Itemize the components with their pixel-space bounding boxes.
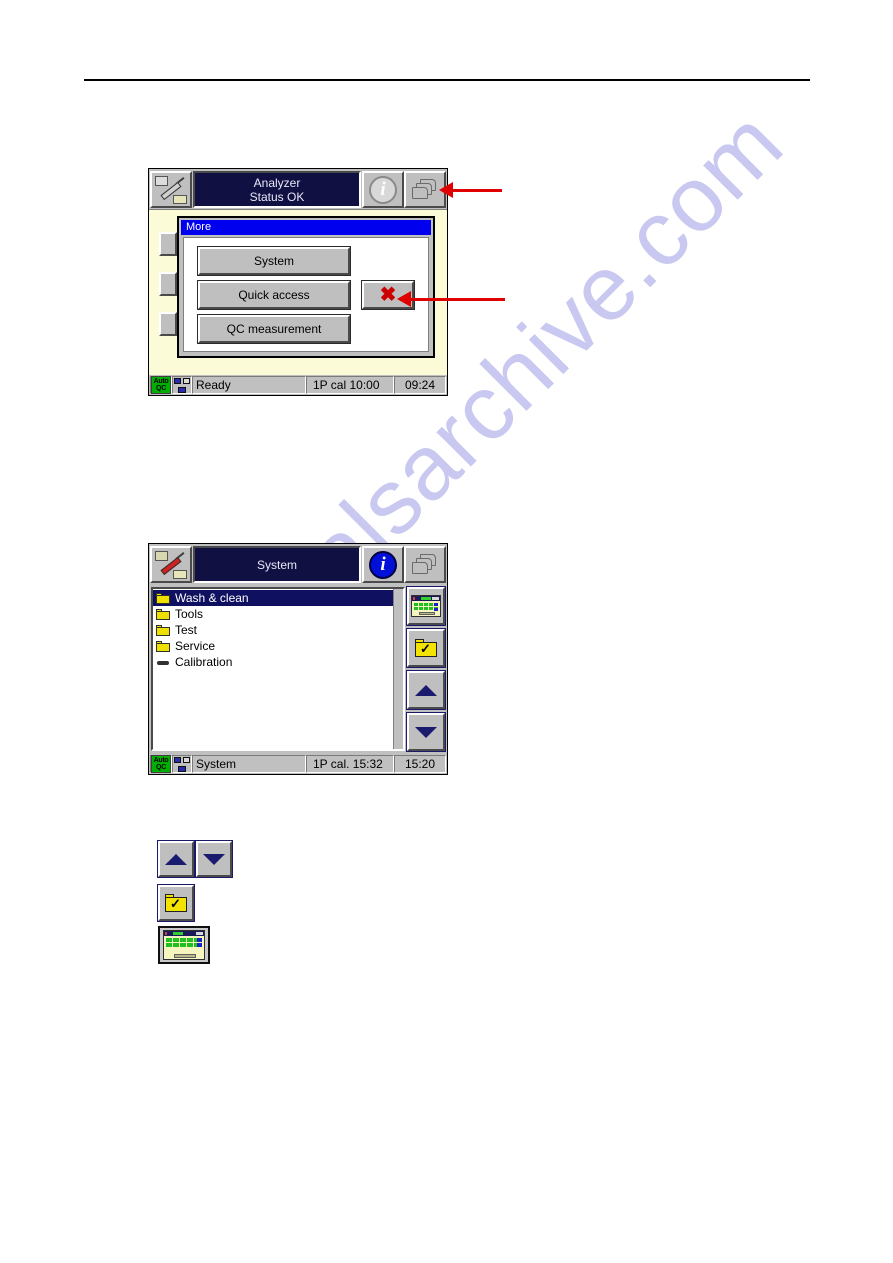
list-item[interactable]: Test (153, 622, 393, 638)
list-item-label: Test (175, 623, 198, 637)
status-clock: 15:20 (394, 755, 446, 773)
folder-check-icon: ✓ (415, 639, 437, 657)
status-state-text: System (192, 755, 306, 773)
triangle-up-icon (165, 853, 187, 865)
analyzer-screen-more: Analyzer Status OK i More System Quick a… (148, 168, 448, 396)
background-button-1[interactable] (159, 232, 177, 256)
arrow-head-icon (439, 182, 453, 198)
menu-list-items: Wash & clean Tools Test Service Calibrat… (153, 589, 393, 749)
triangle-down-icon (415, 726, 437, 738)
legend-keypad-button[interactable] (158, 926, 210, 964)
screen-title: System (193, 546, 361, 583)
status-calibration-text: 1P cal. 15:32 (306, 755, 394, 773)
list-item[interactable]: Wash & clean (153, 590, 393, 606)
auto-qc-icon: Auto QC (151, 755, 171, 773)
screen-body: Wash & clean Tools Test Service Calibrat… (149, 584, 447, 754)
auto-qc-line1: Auto (153, 757, 169, 764)
folder-icon (156, 640, 170, 652)
auto-qc-line2: QC (156, 764, 166, 771)
status-state-text: Ready (192, 376, 306, 394)
dialog-title: More (181, 220, 431, 235)
auto-qc-status: Auto QC (150, 376, 172, 394)
status-clock: 09:24 (394, 376, 446, 394)
triangle-down-icon (203, 853, 225, 865)
print-stack-icon (412, 178, 438, 201)
analyzer-screen-system: System i Wash & clean Tools Test Service… (148, 543, 448, 775)
list-scrollbar[interactable] (393, 589, 403, 749)
sampler-button[interactable] (150, 546, 192, 583)
side-rail: ✓ (406, 586, 446, 752)
network-icon (174, 756, 190, 772)
system-button[interactable]: System (197, 246, 351, 276)
folder-check-icon: ✓ (165, 894, 187, 912)
list-item[interactable]: Service (153, 638, 393, 654)
folder-icon (156, 608, 170, 620)
list-item[interactable]: Tools (153, 606, 393, 622)
screen-title-line2: Status OK (249, 189, 305, 204)
close-x-icon: ✖ (379, 284, 397, 306)
select-open-button[interactable]: ✓ (406, 628, 446, 668)
menu-list: Wash & clean Tools Test Service Calibrat… (151, 587, 405, 751)
keypad-icon (411, 595, 441, 617)
dialog-body: System Quick access QC measurement ✖ (183, 237, 429, 352)
print-button[interactable] (404, 546, 446, 583)
quick-access-button[interactable]: Quick access (197, 280, 351, 310)
status-calibration-text: 1P cal 10:00 (306, 376, 394, 394)
list-item-label: Wash & clean (175, 591, 249, 605)
auto-qc-line2: QC (156, 385, 166, 392)
more-dialog: More System Quick access QC measurement … (177, 216, 435, 358)
background-button-3[interactable] (159, 312, 177, 336)
callout-arrow-print (439, 182, 502, 198)
info-icon: i (369, 175, 397, 204)
info-button[interactable]: i (362, 171, 404, 208)
background-button-2[interactable] (159, 272, 177, 296)
syringe-sampler-icon (155, 550, 187, 580)
arrow-head-icon (397, 291, 411, 307)
legend-select-open-button[interactable]: ✓ (157, 884, 195, 922)
screen-title-line1: Analyzer (253, 175, 301, 190)
list-item-label: Service (175, 639, 216, 653)
auto-qc-icon: Auto QC (151, 376, 171, 394)
keypad-icon (163, 930, 205, 960)
auto-qc-line1: Auto (153, 378, 169, 385)
network-status (172, 755, 192, 773)
screen-toolbar: Analyzer Status OK i (149, 169, 447, 209)
qc-measurement-button[interactable]: QC measurement (197, 314, 351, 344)
status-bar: Auto QC Ready 1P cal 10:00 09:24 (149, 375, 447, 395)
screen-title: Analyzer Status OK (193, 171, 361, 208)
page-header-rule (84, 79, 810, 81)
info-button[interactable]: i (362, 546, 404, 583)
screen-toolbar: System i (149, 544, 447, 584)
list-item-label: Calibration (175, 655, 233, 669)
network-icon (174, 377, 190, 393)
print-stack-icon (412, 553, 438, 576)
network-status (172, 376, 192, 394)
keypad-button[interactable] (406, 586, 446, 626)
auto-qc-status: Auto QC (150, 755, 172, 773)
list-item[interactable]: Calibration (153, 654, 393, 670)
scroll-up-button[interactable] (406, 670, 446, 710)
folder-icon (156, 592, 170, 604)
sampler-button[interactable] (150, 171, 192, 208)
callout-arrow-close (397, 291, 505, 307)
screen-title-line1: System (256, 557, 297, 572)
scroll-down-button[interactable] (406, 712, 446, 752)
legend-scroll-down-button[interactable] (195, 840, 233, 878)
status-bar: Auto QC System 1P cal. 15:32 15:20 (149, 754, 447, 774)
info-icon: i (369, 550, 397, 579)
triangle-up-icon (415, 684, 437, 696)
list-item-label: Tools (175, 607, 204, 621)
syringe-sampler-icon (155, 175, 187, 205)
legend-scroll-up-button[interactable] (157, 840, 195, 878)
folder-icon (156, 624, 170, 636)
dash-icon (156, 657, 170, 668)
